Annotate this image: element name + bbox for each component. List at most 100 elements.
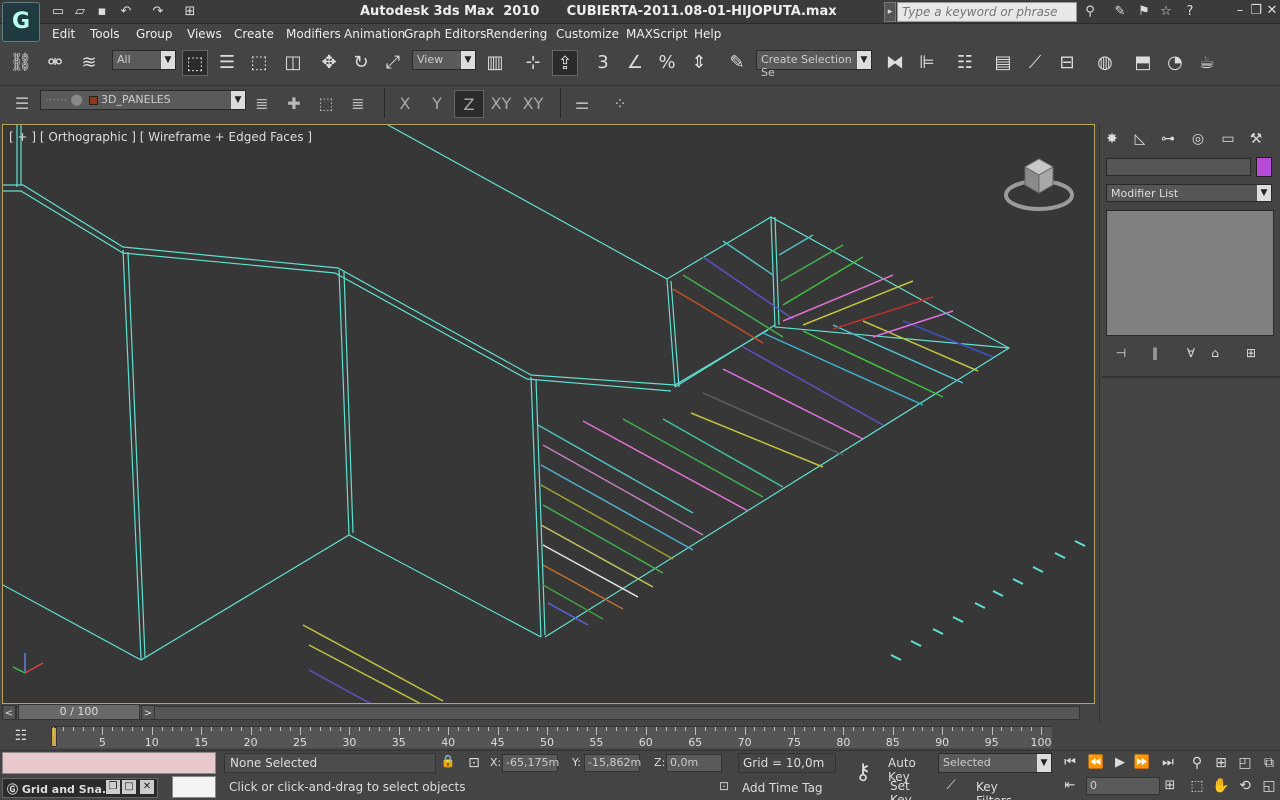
x-coord-field[interactable]: -65,175m bbox=[502, 754, 559, 772]
modifier-stack[interactable] bbox=[1106, 210, 1274, 336]
zoom-extents-all-icon[interactable]: ⧉ bbox=[1258, 753, 1280, 773]
bind-space-warp-icon[interactable]: ≋ bbox=[76, 50, 102, 76]
subscription-icon[interactable]: ✎ bbox=[1110, 3, 1130, 21]
viewport-label[interactable]: [ + ] [ Orthographic ] [ Wireframe + Edg… bbox=[9, 130, 312, 144]
menu-rendering[interactable]: Rendering bbox=[486, 27, 547, 41]
menu-create[interactable]: Create bbox=[234, 27, 274, 41]
select-and-move-icon[interactable]: ✥ bbox=[316, 50, 342, 76]
modify-tab-icon[interactable]: ◺ bbox=[1128, 128, 1152, 150]
key-mode-toggle-icon[interactable]: ⇤ bbox=[1060, 777, 1080, 795]
array-icon[interactable]: ⚌ bbox=[570, 92, 594, 116]
communication-center-icon[interactable]: ⚑ bbox=[1134, 3, 1154, 21]
menu-group[interactable]: Group bbox=[136, 27, 173, 41]
spinner-snap-icon[interactable]: ⇕ bbox=[686, 50, 712, 76]
reference-coordinate-dropdown[interactable]: View ▼ bbox=[412, 50, 476, 70]
zoom-icon[interactable]: ⚲ bbox=[1186, 753, 1208, 773]
keyboard-shortcut-override-icon[interactable]: ⇪ bbox=[552, 50, 578, 76]
curve-editor-icon[interactable]: ⟋ bbox=[1022, 50, 1048, 76]
current-frame-marker[interactable] bbox=[51, 727, 57, 747]
selection-lock-icon[interactable]: 🔒 bbox=[440, 754, 456, 772]
create-tab-icon[interactable]: ✸ bbox=[1100, 128, 1124, 150]
viewport-orthographic[interactable]: [ + ] [ Orthographic ] [ Wireframe + Edg… bbox=[2, 124, 1095, 704]
make-unique-icon[interactable]: ∀ bbox=[1180, 344, 1202, 362]
help-icon[interactable]: ? bbox=[1180, 3, 1200, 21]
previous-frame-icon[interactable]: < bbox=[2, 705, 16, 720]
default-in-out-tangents-icon[interactable]: ⟋ bbox=[940, 778, 962, 798]
named-selection-sets-dropdown[interactable]: Create Selection Se ▼ bbox=[756, 50, 872, 79]
undo-icon[interactable]: ↶ bbox=[116, 3, 136, 21]
open-file-icon[interactable]: ▱ bbox=[70, 3, 90, 21]
redo-icon[interactable]: ↷ bbox=[148, 3, 168, 21]
open-mini-curve-editor-icon[interactable]: ☷ bbox=[8, 726, 34, 746]
zoom-extents-icon[interactable]: ◰ bbox=[1234, 753, 1256, 773]
previous-key-icon[interactable]: ⏪ bbox=[1086, 754, 1106, 772]
select-by-name-icon[interactable]: ☰ bbox=[214, 50, 240, 76]
utilities-tab-icon[interactable]: ⚒ bbox=[1244, 128, 1268, 150]
modifier-list-dropdown[interactable]: Modifier List ▼ bbox=[1106, 184, 1272, 202]
play-icon[interactable]: ▶ bbox=[1110, 754, 1130, 772]
select-and-link-icon[interactable]: ⛓ bbox=[8, 50, 34, 76]
align-icon[interactable]: ⊫ bbox=[914, 50, 940, 76]
close-icon[interactable]: ✕ bbox=[1264, 3, 1280, 19]
viewcube-icon[interactable] bbox=[1003, 153, 1075, 213]
manipulate-icon[interactable]: ⊹ bbox=[520, 50, 546, 76]
show-end-result-icon[interactable]: ‖ bbox=[1144, 344, 1166, 362]
menu-modifiers[interactable]: Modifiers bbox=[286, 27, 341, 41]
time-slider-track[interactable] bbox=[16, 706, 1080, 720]
axis-x-button[interactable]: X bbox=[390, 90, 420, 118]
pivot-center-icon[interactable]: ▥ bbox=[482, 50, 508, 76]
add-to-layer-icon[interactable]: ✚ bbox=[282, 92, 306, 116]
absolute-mode-transform-icon[interactable]: ⊡ bbox=[464, 753, 484, 773]
time-tag-icon[interactable]: ⊡ bbox=[714, 779, 734, 797]
menu-tools[interactable]: Tools bbox=[90, 27, 120, 41]
restore-icon[interactable]: ❐ bbox=[1248, 3, 1264, 19]
save-file-icon[interactable]: ▪ bbox=[92, 3, 112, 21]
menu-customize[interactable]: Customize bbox=[556, 27, 619, 41]
z-coord-field[interactable]: 0,0m bbox=[666, 754, 722, 772]
axis-xyz-button[interactable]: XY bbox=[518, 90, 548, 118]
new-layer-icon[interactable]: ≣ bbox=[250, 92, 274, 116]
set-current-layer-icon[interactable]: ≣ bbox=[346, 92, 370, 116]
key-filters-button[interactable]: Key Filters... bbox=[966, 778, 1052, 800]
next-frame-icon[interactable]: > bbox=[141, 705, 155, 720]
unlink-icon[interactable]: ⚮ bbox=[42, 50, 68, 76]
display-tab-icon[interactable]: ▭ bbox=[1216, 128, 1240, 150]
window-crossing-icon[interactable]: ◫ bbox=[280, 50, 306, 76]
render-setup-icon[interactable]: ⬒ bbox=[1130, 50, 1156, 76]
menu-animation[interactable]: Animation bbox=[344, 27, 405, 41]
next-key-icon[interactable]: ⏩ bbox=[1132, 754, 1152, 772]
orbit-icon[interactable]: ⟲ bbox=[1234, 776, 1256, 796]
zoom-all-icon[interactable]: ⊞ bbox=[1210, 753, 1232, 773]
close-icon[interactable]: ✕ bbox=[140, 780, 154, 794]
maximize-viewport-icon[interactable]: ◱ bbox=[1258, 776, 1280, 796]
y-coord-field[interactable]: -15,862m bbox=[584, 754, 641, 772]
mirror-icon[interactable]: ⧓ bbox=[882, 50, 908, 76]
rendered-frame-window-icon[interactable]: ◔ bbox=[1162, 50, 1188, 76]
select-object-icon[interactable]: ⬚ bbox=[182, 50, 208, 76]
selection-filter-dropdown[interactable]: All ▼ bbox=[112, 50, 176, 70]
menu-help[interactable]: Help bbox=[694, 27, 721, 41]
application-button[interactable]: G bbox=[2, 2, 40, 42]
material-editor-icon[interactable]: ◍ bbox=[1092, 50, 1118, 76]
menu-graph-editors[interactable]: Graph Editors bbox=[404, 27, 486, 41]
graphite-modeling-icon[interactable]: ▤ bbox=[990, 50, 1016, 76]
axis-xy-button[interactable]: XY bbox=[486, 90, 516, 118]
menu-maxscript[interactable]: MAXScript bbox=[626, 27, 688, 41]
go-to-start-icon[interactable]: ⏮ bbox=[1060, 754, 1080, 772]
search-expand-icon[interactable]: ▸ bbox=[884, 2, 896, 22]
axis-y-button[interactable]: Y bbox=[422, 90, 452, 118]
object-color-swatch[interactable] bbox=[1256, 157, 1272, 177]
select-and-scale-icon[interactable]: ⤢ bbox=[380, 50, 406, 76]
maxscript-mini-listener[interactable] bbox=[172, 776, 216, 798]
maximize-icon[interactable]: □ bbox=[122, 780, 136, 794]
zoom-region-icon[interactable]: ⬚ bbox=[1186, 776, 1208, 796]
favorites-star-icon[interactable]: ☆ bbox=[1156, 3, 1176, 21]
configure-modifier-sets-icon[interactable]: ⊞ bbox=[1240, 344, 1262, 362]
layer-manager-icon[interactable]: ☷ bbox=[952, 50, 978, 76]
menu-views[interactable]: Views bbox=[187, 27, 222, 41]
select-in-layer-icon[interactable]: ⬚ bbox=[314, 92, 338, 116]
angle-snap-icon[interactable]: ∠ bbox=[622, 50, 648, 76]
hierarchy-tab-icon[interactable]: ⊶ bbox=[1156, 128, 1180, 150]
pin-stack-icon[interactable]: ⊣ bbox=[1110, 344, 1132, 362]
key-mode-dropdown[interactable]: Selected ▼ bbox=[938, 753, 1052, 773]
